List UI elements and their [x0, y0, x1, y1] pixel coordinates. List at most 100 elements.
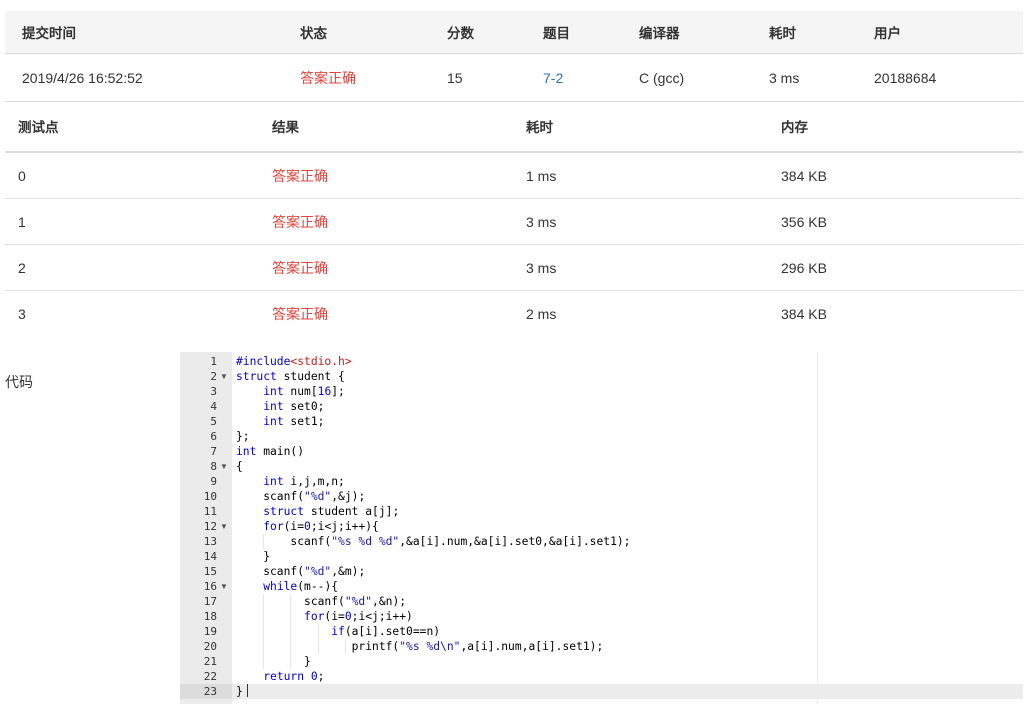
- header-result: 结果: [272, 120, 299, 135]
- header-compiler: 编译器: [639, 26, 680, 41]
- code-text: scanf("%s %d %d",&a[i].num,&a[i].set0,&a…: [236, 535, 631, 548]
- header-problem: 题目: [543, 26, 570, 41]
- line-number: 2: [210, 370, 217, 383]
- code-line[interactable]: 17 scanf("%d",&n);: [180, 594, 1023, 609]
- code-line[interactable]: 9 int i,j,m,n;: [180, 474, 1023, 489]
- code-text: for(i=0;i<j;i++): [304, 610, 413, 623]
- summary-header-row: 提交时间 状态 分数 题目 编译器 耗时 用户: [5, 11, 1023, 54]
- code-text: scanf("%d",&m);: [236, 565, 366, 578]
- line-number: 9: [210, 475, 217, 488]
- case-result: 答案正确: [272, 213, 328, 230]
- fold-toggle-icon[interactable]: ▼: [220, 369, 228, 384]
- compiler-value: C (gcc): [639, 69, 685, 86]
- text-cursor: [246, 684, 248, 697]
- line-number: 16: [203, 580, 217, 593]
- line-number: 18: [203, 610, 217, 623]
- case-result: 答案正确: [272, 305, 328, 322]
- code-text: while(m--){: [263, 580, 339, 593]
- status-badge: 答案正确: [300, 69, 356, 86]
- code-line[interactable]: 6};: [180, 429, 1023, 444]
- code-line[interactable]: 12 ▼ for(i=0;i<j;i++){: [180, 519, 1023, 534]
- fold-toggle-icon[interactable]: ▼: [220, 459, 228, 474]
- code-text: if(a[i].set0==n): [331, 625, 441, 638]
- header-test-point: 测试点: [18, 120, 59, 135]
- case-memory: 296 KB: [781, 259, 827, 276]
- line-number: 13: [203, 535, 217, 548]
- line-number: 20: [203, 640, 217, 653]
- case-time: 2 ms: [526, 305, 557, 322]
- case-id: 1: [18, 213, 26, 230]
- code-line[interactable]: 21 }: [180, 654, 1023, 669]
- code-line[interactable]: 18 for(i=0;i<j;i++): [180, 609, 1023, 624]
- code-line[interactable]: 19 if(a[i].set0==n): [180, 624, 1023, 639]
- header-duration: 耗时: [769, 26, 796, 41]
- header-time: 耗时: [526, 120, 553, 135]
- case-result: 答案正确: [272, 259, 328, 276]
- code-text: printf("%s %d\n",a[i].num,a[i].set1);: [236, 640, 604, 653]
- code-text: scanf("%d",&n);: [236, 595, 407, 608]
- code-line[interactable]: 7 int main(): [180, 444, 1023, 459]
- line-number: 11: [203, 505, 217, 518]
- case-memory: 356 KB: [781, 213, 827, 230]
- code-line[interactable]: 13 scanf("%s %d %d",&a[i].num,&a[i].set0…: [180, 534, 1023, 549]
- code-text: int i,j,m,n;: [263, 475, 345, 488]
- user-value: 20188684: [874, 69, 937, 86]
- fold-toggle-icon[interactable]: ▼: [220, 519, 228, 534]
- case-time: 3 ms: [526, 213, 557, 230]
- code-line[interactable]: 15 scanf("%d",&m);: [180, 564, 1023, 579]
- duration-value: 3 ms: [769, 69, 800, 86]
- code-line[interactable]: 11 struct student a[j];: [180, 504, 1023, 519]
- problem-link[interactable]: 7-2: [543, 54, 563, 101]
- code-text: }: [236, 655, 311, 668]
- code-line[interactable]: 23}: [180, 684, 1023, 699]
- code-line[interactable]: 4 int set0;: [180, 399, 1023, 414]
- submit-time: 2019/4/26 16:52:52: [22, 69, 143, 86]
- line-number: 8: [210, 460, 217, 473]
- code-line[interactable]: 10 scanf("%d",&j);: [180, 489, 1023, 504]
- code-text: return 0;: [263, 670, 325, 683]
- code-text: int set0;: [263, 400, 325, 413]
- header-submit-time: 提交时间: [22, 26, 76, 41]
- case-id: 3: [18, 305, 26, 322]
- code-text: struct student a[j];: [263, 505, 400, 518]
- cases-header-row: 测试点 结果 耗时 内存: [5, 101, 1023, 153]
- table-row: 1 答案正确 3 ms 356 KB: [5, 199, 1023, 245]
- code-line[interactable]: 8 ▼ {: [180, 459, 1023, 474]
- code-line[interactable]: 20 printf("%s %d\n",a[i].num,a[i].set1);: [180, 639, 1023, 654]
- line-number: 19: [203, 625, 217, 638]
- fold-toggle-icon[interactable]: ▼: [220, 579, 228, 594]
- line-number: 7: [210, 445, 217, 458]
- code-line[interactable]: 1 #include<stdio.h>: [180, 354, 1023, 369]
- case-memory: 384 KB: [781, 167, 827, 184]
- submission-summary-table: 提交时间 状态 分数 题目 编译器 耗时 用户 2019/4/26 16:52:…: [5, 11, 1023, 102]
- code-line[interactable]: 3 int num[16];: [180, 384, 1023, 399]
- table-row: 0 答案正确 1 ms 384 KB: [5, 153, 1023, 199]
- line-number: 14: [203, 550, 217, 563]
- code-text: int num[16];: [263, 385, 345, 398]
- code-text: };: [236, 430, 250, 443]
- code-line[interactable]: 16 ▼ while(m--){: [180, 579, 1023, 594]
- code-line[interactable]: 22 return 0;: [180, 669, 1023, 684]
- case-result: 答案正确: [272, 167, 328, 184]
- code-text: }: [236, 550, 271, 563]
- line-number: 21: [203, 655, 217, 668]
- summary-data-row: 2019/4/26 16:52:52 答案正确 15 7-2 C (gcc) 3…: [5, 54, 1023, 102]
- case-id: 0: [18, 167, 26, 184]
- code-line[interactable]: 2 ▼ struct student {: [180, 369, 1023, 384]
- header-score: 分数: [447, 26, 474, 41]
- code-text: {: [236, 460, 243, 473]
- header-user: 用户: [874, 26, 901, 41]
- table-row: 2 答案正确 3 ms 296 KB: [5, 245, 1023, 291]
- code-line[interactable]: 5 int set1;: [180, 414, 1023, 429]
- code-text: scanf("%d",&j);: [236, 490, 366, 503]
- test-cases-table: 测试点 结果 耗时 内存 0 答案正确 1 ms 384 KB 1 答案正确 3…: [5, 101, 1023, 336]
- code-text: struct student {: [236, 370, 345, 383]
- code-text: #include<stdio.h>: [236, 355, 352, 368]
- case-time: 1 ms: [526, 167, 557, 184]
- case-time: 3 ms: [526, 259, 557, 276]
- line-number: 4: [210, 400, 217, 413]
- code-editor[interactable]: 1 #include<stdio.h> 2 ▼ struct student {3 in…: [180, 352, 1023, 704]
- code-line[interactable]: 14 }: [180, 549, 1023, 564]
- header-memory: 内存: [781, 120, 808, 135]
- line-number: 23: [203, 685, 217, 698]
